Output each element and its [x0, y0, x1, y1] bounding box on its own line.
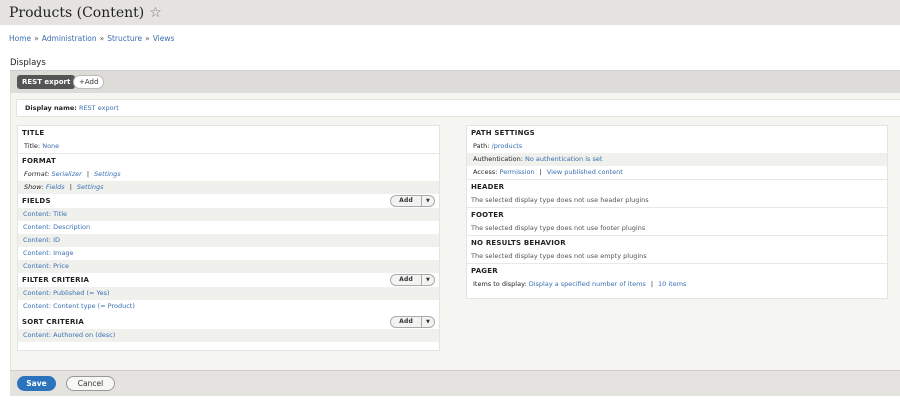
- field-item[interactable]: Content: Title: [18, 208, 439, 221]
- show-row: Show: Fields | Settings: [18, 181, 439, 194]
- no-results-note: The selected display type does not use e…: [471, 252, 647, 260]
- authentication-row: Authentication: No authentication is set: [467, 153, 887, 166]
- title-value-link[interactable]: None: [42, 142, 59, 150]
- pager-row: Items to display: Display a specified nu…: [473, 280, 687, 288]
- field-link[interactable]: Content: Price: [23, 262, 69, 270]
- display-tabs: REST export +Add: [10, 70, 900, 93]
- breadcrumb-separator: »: [99, 34, 105, 43]
- title-section-heading: TITLE: [22, 129, 45, 137]
- footer-note: The selected display type does not use f…: [471, 224, 646, 232]
- display-name-row: Display name: REST export: [16, 99, 900, 117]
- sort-item[interactable]: Content: Authored on (desc): [18, 329, 439, 342]
- add-display-button[interactable]: +Add: [73, 75, 105, 89]
- sort-heading-text: SORT CRITERIA: [22, 318, 84, 326]
- access-label: Access:: [473, 168, 498, 176]
- breadcrumb: Home» Administration» Structure» Views: [9, 34, 174, 43]
- fields-heading-text: FIELDS: [22, 197, 51, 205]
- field-link[interactable]: Content: Title: [23, 210, 67, 218]
- authentication-link[interactable]: No authentication is set: [525, 155, 602, 163]
- access-row: Access: Permission | View published conten…: [473, 168, 623, 176]
- filter-heading-text: FILTER CRITERIA: [22, 276, 90, 284]
- breadcrumb-home[interactable]: Home: [9, 34, 31, 43]
- pager-heading: PAGER: [471, 267, 498, 275]
- display-name-link[interactable]: REST export: [79, 104, 119, 112]
- access-detail-link[interactable]: View published content: [547, 168, 623, 176]
- chevron-down-icon[interactable]: ▼: [422, 275, 434, 285]
- path-settings-heading: PATH SETTINGS: [471, 129, 535, 137]
- save-button[interactable]: Save: [17, 376, 56, 391]
- format-row: Format: Serializer | Settings: [24, 170, 121, 178]
- pager-type-link[interactable]: Display a specified number of items: [529, 280, 646, 288]
- filter-add-dropbutton[interactable]: Add ▼: [390, 274, 435, 286]
- title-label: Title:: [24, 142, 41, 150]
- fields-section-heading: FIELDS Add ▼: [18, 194, 439, 208]
- page-header: Products (Content) ☆: [0, 0, 900, 25]
- no-results-heading: NO RESULTS BEHAVIOR: [471, 239, 566, 247]
- field-item[interactable]: Content: Price: [18, 260, 439, 273]
- chevron-down-icon[interactable]: ▼: [422, 196, 434, 206]
- chevron-down-icon[interactable]: ▼: [422, 317, 434, 327]
- field-item[interactable]: Content: Image: [18, 247, 439, 260]
- breadcrumb-views[interactable]: Views: [153, 34, 175, 43]
- filter-item[interactable]: Content: Content type (= Product): [18, 300, 439, 313]
- format-settings-link[interactable]: Settings: [94, 170, 121, 178]
- field-link[interactable]: Content: ID: [23, 236, 60, 244]
- tab-rest-export[interactable]: REST export: [17, 75, 76, 89]
- path-link[interactable]: /products: [492, 142, 523, 150]
- format-serializer-link[interactable]: Serializer: [52, 170, 82, 178]
- sort-add-button[interactable]: Add: [391, 317, 422, 327]
- field-item[interactable]: Content: ID: [18, 234, 439, 247]
- breadcrumb-administration[interactable]: Administration: [42, 34, 97, 43]
- breadcrumb-separator: »: [145, 34, 150, 43]
- fields-add-dropbutton[interactable]: Add ▼: [390, 195, 435, 207]
- sort-link[interactable]: Content: Authored on (desc): [23, 331, 115, 339]
- breadcrumb-separator: »: [34, 34, 39, 43]
- footer-section-heading: FOOTER: [471, 211, 504, 219]
- form-actions: Save Cancel: [10, 370, 900, 396]
- cancel-button[interactable]: Cancel: [66, 376, 115, 391]
- filter-link[interactable]: Content: Published (= Yes): [23, 289, 110, 297]
- filter-add-button[interactable]: Add: [391, 275, 422, 285]
- right-column: PATH SETTINGS Path: /products Authentica…: [466, 125, 888, 299]
- access-permission-link[interactable]: Permission: [500, 168, 535, 176]
- star-icon[interactable]: ☆: [149, 6, 162, 20]
- path-row: Path: /products: [467, 140, 887, 153]
- pager-label: Items to display:: [473, 280, 527, 288]
- path-label: Path:: [473, 142, 490, 150]
- header-section-heading: HEADER: [471, 183, 505, 191]
- sort-section-heading: SORT CRITERIA Add ▼: [18, 315, 439, 329]
- filter-section-heading: FILTER CRITERIA Add ▼: [18, 273, 439, 287]
- pager-items-link[interactable]: 10 items: [658, 280, 686, 288]
- show-settings-link[interactable]: Settings: [77, 183, 104, 191]
- fields-add-button[interactable]: Add: [391, 196, 422, 206]
- page-title: Products (Content): [9, 4, 145, 21]
- filter-item[interactable]: Content: Published (= Yes): [18, 287, 439, 300]
- display-settings-panel: Display name: REST export TITLE Title: N…: [10, 93, 900, 370]
- displays-label: Displays: [10, 58, 46, 68]
- left-column: TITLE Title: None FORMAT Format: Seriali…: [17, 125, 440, 351]
- field-link[interactable]: Content: Image: [23, 249, 73, 257]
- display-name-label: Display name:: [25, 104, 77, 112]
- filter-link[interactable]: Content: Content type (= Product): [23, 302, 135, 310]
- title-row: Title: None: [18, 140, 439, 153]
- show-fields-link[interactable]: Fields: [46, 183, 65, 191]
- header-note: The selected display type does not use h…: [471, 196, 649, 204]
- authentication-label: Authentication:: [473, 155, 523, 163]
- format-section-heading: FORMAT: [22, 157, 56, 165]
- field-item[interactable]: Content: Description: [18, 221, 439, 234]
- breadcrumb-structure[interactable]: Structure: [107, 34, 142, 43]
- field-link[interactable]: Content: Description: [23, 223, 90, 231]
- sort-add-dropbutton[interactable]: Add ▼: [390, 316, 435, 328]
- format-label: Format:: [24, 170, 50, 178]
- show-label: Show:: [24, 183, 44, 191]
